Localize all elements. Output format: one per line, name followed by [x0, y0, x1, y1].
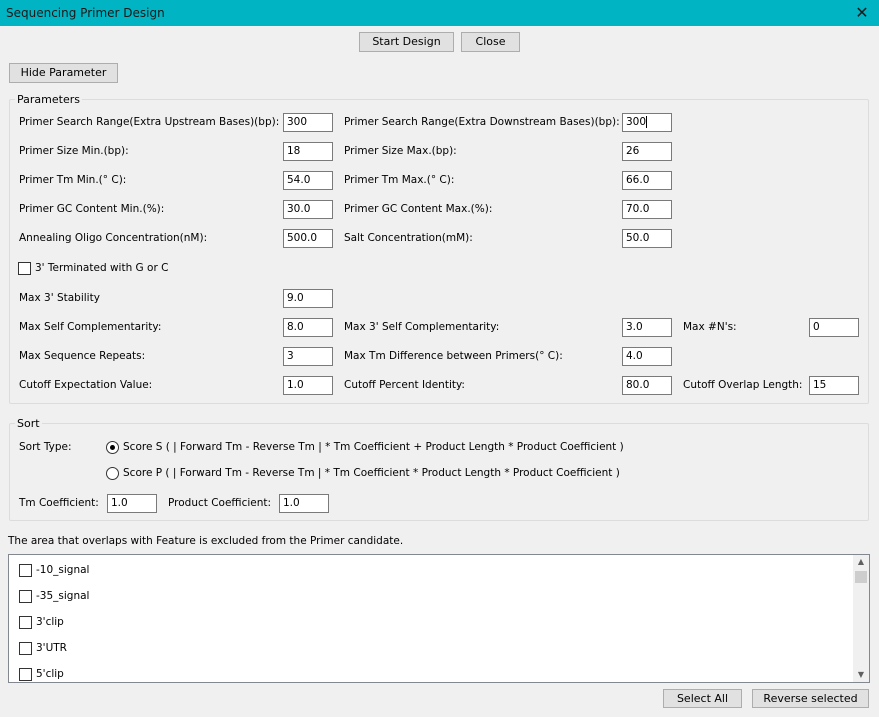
feature-checkbox[interactable] [19, 668, 32, 681]
select-all-button[interactable]: Select All [663, 689, 742, 708]
tm-max-label: Primer Tm Max.(° C): [344, 174, 455, 186]
feature-label: 3'UTR [36, 642, 67, 654]
gc-min-label: Primer GC Content Min.(%): [19, 203, 165, 215]
score-s-label: Score S ( | Forward Tm - Reverse Tm | * … [123, 441, 624, 453]
search-up-label: Primer Search Range(Extra Upstream Bases… [19, 116, 280, 128]
gc-min-input[interactable]: 30.0 [283, 200, 333, 219]
feature-label: -35_signal [36, 590, 90, 602]
feature-checkbox[interactable] [19, 642, 32, 655]
text-caret [646, 116, 648, 128]
feature-note: The area that overlaps with Feature is e… [8, 535, 404, 547]
oligo-conc-label: Annealing Oligo Concentration(nM): [19, 232, 208, 244]
size-min-label: Primer Size Min.(bp): [19, 145, 129, 157]
search-down-label: Primer Search Range(Extra Downstream Bas… [344, 116, 620, 128]
gc-max-label: Primer GC Content Max.(%): [344, 203, 493, 215]
seq-repeats-input[interactable]: 3 [283, 347, 333, 366]
prod-coef-label: Product Coefficient: [168, 497, 272, 509]
score-s-radio[interactable] [106, 441, 119, 454]
close-button[interactable]: Close [461, 32, 520, 52]
max3-self-comp-label: Max 3' Self Complementarity: [344, 321, 500, 333]
close-icon[interactable]: ✕ [845, 0, 879, 26]
tm-max-input[interactable]: 66.0 [622, 171, 672, 190]
search-down-value: 300 [626, 116, 647, 128]
hide-parameter-button[interactable]: Hide Parameter [9, 63, 118, 83]
terminated-label: 3' Terminated with G or C [35, 262, 169, 274]
max3-stability-input[interactable]: 9.0 [283, 289, 333, 308]
tm-coef-label: Tm Coefficient: [19, 497, 99, 509]
feature-checkbox[interactable] [19, 590, 32, 603]
cutoff-exp-input[interactable]: 1.0 [283, 376, 333, 395]
cutoff-overlap-input[interactable]: 15 [809, 376, 859, 395]
terminated-checkbox[interactable] [18, 262, 31, 275]
salt-conc-input[interactable]: 50.0 [622, 229, 672, 248]
max-n-input[interactable]: 0 [809, 318, 859, 337]
cutoff-exp-label: Cutoff Expectation Value: [19, 379, 153, 391]
feature-checkbox[interactable] [19, 564, 32, 577]
size-max-label: Primer Size Max.(bp): [344, 145, 457, 157]
title-bar: Sequencing Primer Design ✕ [0, 0, 879, 26]
scroll-up-icon[interactable]: ▲ [853, 555, 869, 569]
start-design-button[interactable]: Start Design [359, 32, 454, 52]
size-min-input[interactable]: 18 [283, 142, 333, 161]
feature-label: 3'clip [36, 616, 64, 628]
cutoff-pct-label: Cutoff Percent Identity: [344, 379, 465, 391]
feature-label: 5'clip [36, 668, 64, 680]
score-p-label: Score P ( | Forward Tm - Reverse Tm | * … [123, 467, 620, 479]
search-down-input[interactable]: 300 [622, 113, 672, 132]
window-title: Sequencing Primer Design [6, 6, 165, 20]
oligo-conc-input[interactable]: 500.0 [283, 229, 333, 248]
seq-repeats-label: Max Sequence Repeats: [19, 350, 146, 362]
sort-type-label: Sort Type: [19, 441, 72, 453]
feature-label: -10_signal [36, 564, 90, 576]
parameters-legend: Parameters [15, 93, 82, 106]
cutoff-pct-input[interactable]: 80.0 [622, 376, 672, 395]
tm-min-label: Primer Tm Min.(° C): [19, 174, 127, 186]
vertical-scrollbar[interactable]: ▲ ▼ [853, 555, 869, 682]
tm-min-input[interactable]: 54.0 [283, 171, 333, 190]
feature-checkbox[interactable] [19, 616, 32, 629]
self-comp-label: Max Self Complementarity: [19, 321, 162, 333]
size-max-input[interactable]: 26 [622, 142, 672, 161]
scroll-down-icon[interactable]: ▼ [853, 668, 869, 682]
gc-max-input[interactable]: 70.0 [622, 200, 672, 219]
score-p-radio[interactable] [106, 467, 119, 480]
search-up-input[interactable]: 300 [283, 113, 333, 132]
tm-diff-label: Max Tm Difference between Primers(° C): [344, 350, 563, 362]
scroll-thumb[interactable] [855, 571, 867, 583]
tm-coef-input[interactable]: 1.0 [107, 494, 157, 513]
feature-list[interactable]: -10_signal -35_signal 3'clip 3'UTR 5'cli… [8, 554, 870, 683]
max-n-label: Max #N's: [683, 321, 737, 333]
max3-self-comp-input[interactable]: 3.0 [622, 318, 672, 337]
salt-conc-label: Salt Concentration(mM): [344, 232, 473, 244]
reverse-selected-button[interactable]: Reverse selected [752, 689, 869, 708]
sort-legend: Sort [15, 417, 42, 430]
cutoff-overlap-label: Cutoff Overlap Length: [683, 379, 803, 391]
prod-coef-input[interactable]: 1.0 [279, 494, 329, 513]
tm-diff-input[interactable]: 4.0 [622, 347, 672, 366]
self-comp-input[interactable]: 8.0 [283, 318, 333, 337]
max3-stability-label: Max 3' Stability [19, 292, 100, 304]
